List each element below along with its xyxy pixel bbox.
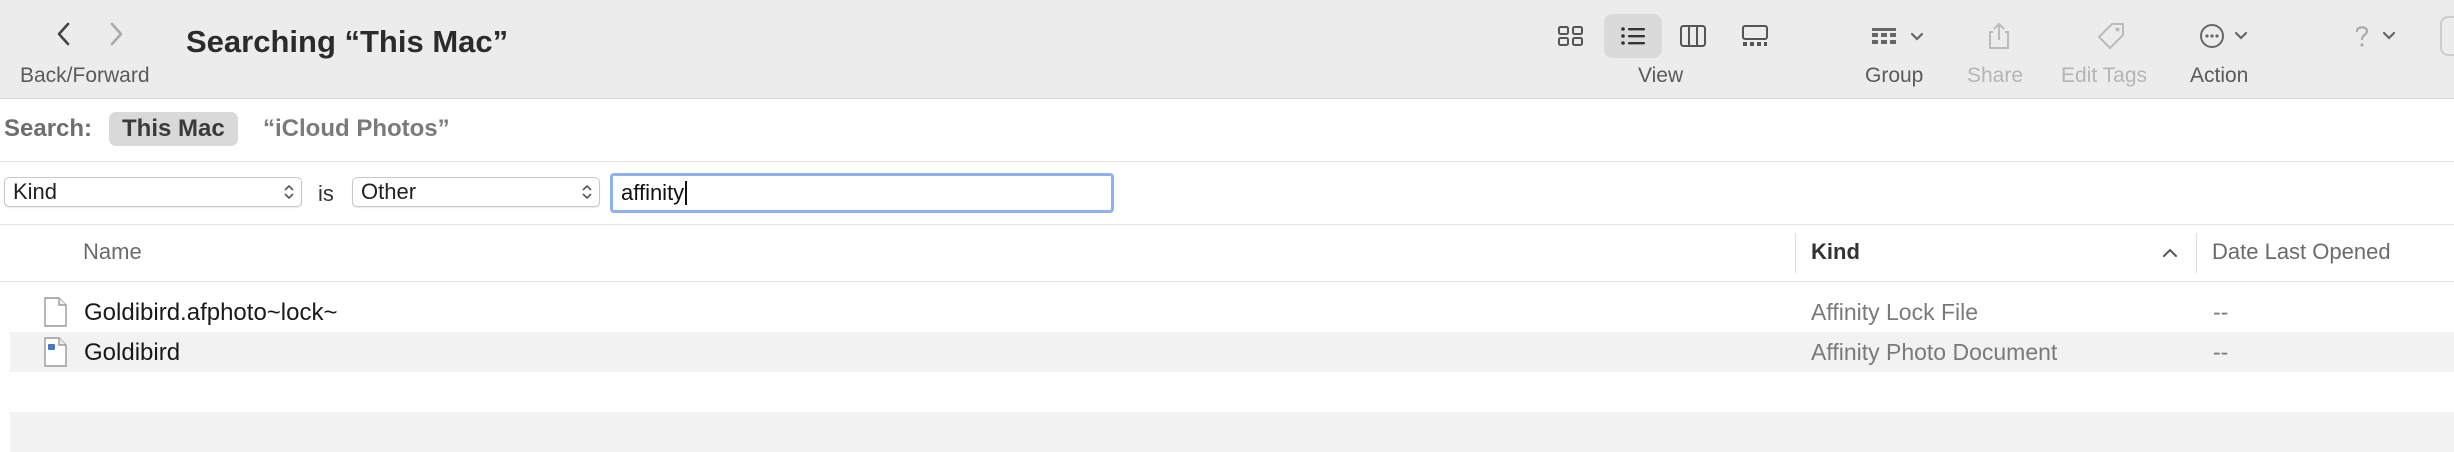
file-name: Goldibird	[84, 339, 181, 366]
column-divider[interactable]	[2196, 233, 2197, 273]
share-icon	[1989, 22, 2009, 49]
back-button[interactable]	[44, 14, 84, 54]
back-forward-caption: Back/Forward	[20, 64, 150, 87]
chevron-left-icon	[57, 22, 70, 46]
file-kind: Affinity Photo Document	[1811, 339, 2058, 365]
file-date-last-opened: --	[2213, 339, 2229, 365]
updown-chevron-icon	[582, 184, 592, 200]
kind-text-input[interactable]: affinity	[610, 173, 1114, 213]
search-criteria-row: Kind is Other affinity	[0, 162, 2454, 225]
file-row[interactable]: Goldibird.afphoto~lock~ Affinity Lock Fi…	[10, 292, 2454, 332]
updown-chevron-icon	[284, 184, 294, 200]
column-header-date-last-opened[interactable]: Date Last Opened	[2212, 239, 2391, 265]
list-view-button[interactable]	[1604, 14, 1662, 58]
icon-view-button[interactable]	[1542, 14, 1600, 58]
generic-file-icon	[44, 297, 67, 327]
attribute-select[interactable]: Kind	[4, 177, 302, 207]
file-row[interactable]: Goldibird Affinity Photo Document --	[10, 332, 2454, 372]
gallery-view-button[interactable]	[1726, 14, 1784, 58]
forward-button[interactable]	[96, 14, 136, 54]
window-title: Searching “This Mac”	[186, 24, 509, 59]
column-header-row: Name Kind Date Last Opened	[0, 225, 2454, 282]
column-view-button[interactable]	[1664, 14, 1722, 58]
toolbar: Back/Forward Searching “This Mac” View G…	[0, 0, 2454, 99]
kind-text-input-value: affinity	[621, 180, 685, 205]
search-toolbar-edge[interactable]	[2440, 16, 2454, 56]
group-icon	[1872, 28, 1924, 44]
empty-row	[10, 412, 2454, 452]
help-button[interactable]	[2348, 14, 2404, 58]
list-icon	[1621, 27, 1645, 45]
affinity-document-icon	[44, 337, 67, 367]
text-caret	[685, 181, 688, 205]
file-date-last-opened: --	[2213, 299, 2229, 325]
chevron-right-icon	[110, 22, 123, 46]
scope-this-mac-button[interactable]: This Mac	[109, 112, 238, 146]
search-scope-bar: Search: This Mac “iCloud Photos”	[0, 99, 2454, 162]
column-divider[interactable]	[1795, 233, 1796, 273]
file-name: Goldibird.afphoto~lock~	[84, 299, 338, 326]
operator-label: is	[318, 181, 334, 206]
action-caption: Action	[2190, 64, 2249, 87]
column-header-kind[interactable]: Kind	[1811, 239, 1860, 265]
edit-tags-caption: Edit Tags	[2061, 64, 2147, 87]
tag-icon	[2098, 23, 2124, 49]
question-mark-icon	[2355, 26, 2396, 47]
icon-grid-icon	[1558, 26, 1583, 46]
share-button[interactable]	[1984, 14, 2014, 58]
gallery-icon	[1742, 25, 1768, 46]
group-caption: Group	[1865, 64, 1924, 87]
columns-icon	[1680, 25, 1706, 47]
action-button[interactable]	[2196, 14, 2260, 58]
share-caption: Share	[1967, 64, 2024, 87]
kind-value-select[interactable]: Other	[352, 177, 600, 207]
column-header-name[interactable]: Name	[83, 239, 142, 265]
sort-ascending-chevron-icon	[2163, 248, 2177, 257]
scope-icloud-photos-button[interactable]: “iCloud Photos”	[263, 115, 450, 143]
edit-tags-button[interactable]	[2094, 14, 2128, 58]
attribute-select-value: Kind	[13, 179, 58, 204]
group-button[interactable]	[1864, 14, 1936, 58]
kind-value-select-value: Other	[361, 179, 417, 204]
view-caption: View	[1638, 64, 1684, 87]
search-scope-label: Search:	[4, 115, 93, 142]
ellipsis-circle-icon	[2200, 24, 2248, 48]
file-kind: Affinity Lock File	[1811, 299, 1979, 325]
